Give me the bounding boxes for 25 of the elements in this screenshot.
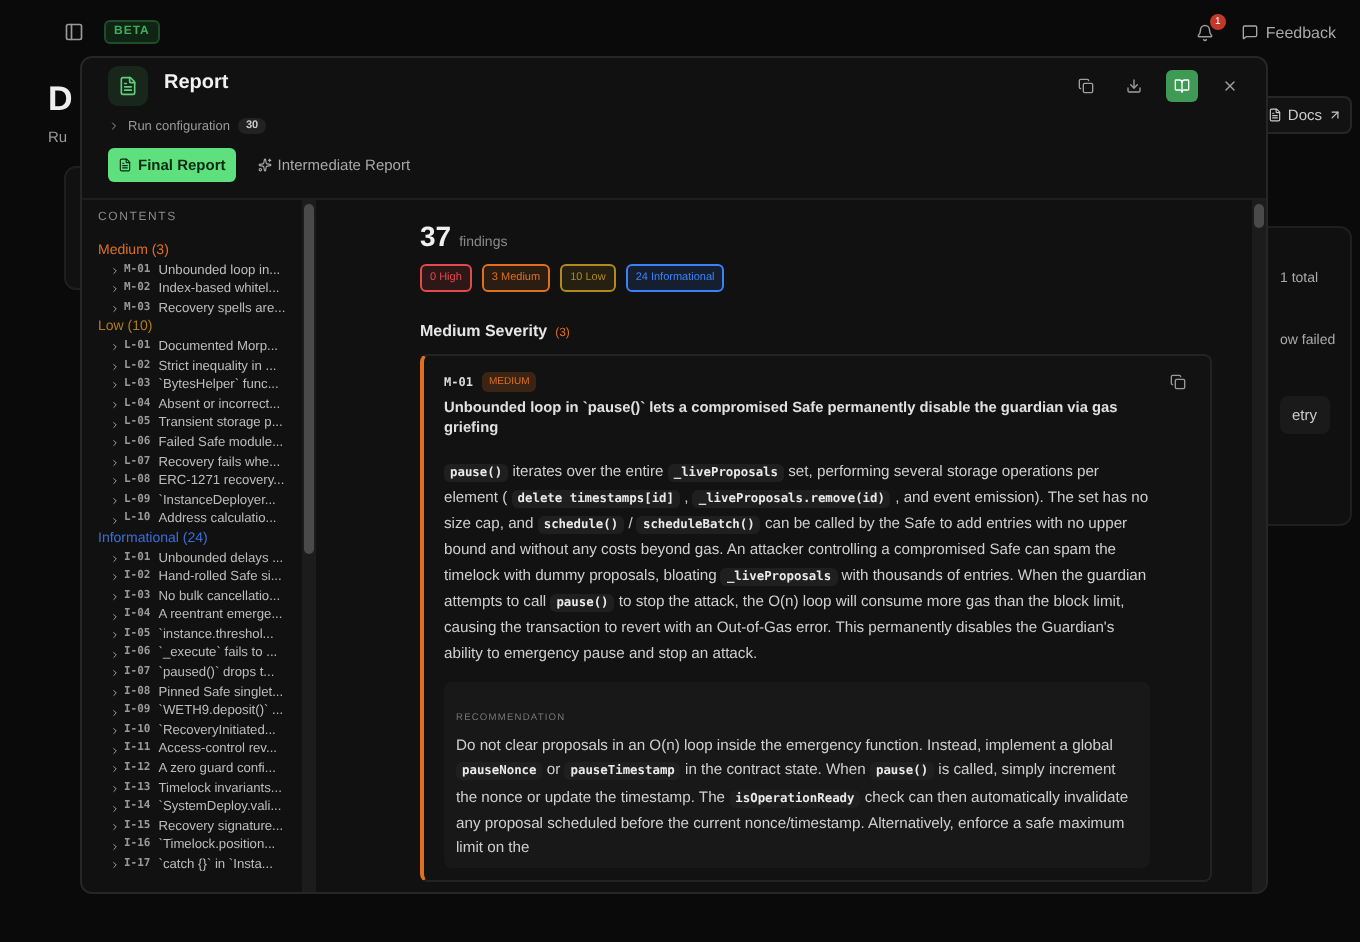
section-heading: Medium Severity <box>420 322 548 340</box>
feedback-button[interactable]: Feedback <box>1233 15 1344 49</box>
document-icon <box>118 158 132 172</box>
scrollbar[interactable] <box>1252 200 1266 892</box>
chevron-icon <box>108 120 120 132</box>
notifications-button[interactable] <box>1195 23 1214 41</box>
book-button[interactable] <box>1166 70 1198 102</box>
page-title: D <box>48 80 73 120</box>
dialog-title: Report <box>164 70 231 94</box>
close-icon <box>1222 78 1238 94</box>
scrollbar[interactable] <box>302 200 316 892</box>
speech-bubble-icon <box>1241 24 1258 40</box>
copy-icon <box>1078 78 1094 94</box>
document-icon <box>1267 108 1282 122</box>
document-icon <box>108 66 148 106</box>
external-link-icon <box>1328 108 1342 122</box>
copy-icon <box>1170 374 1186 390</box>
findings-count: 37 <box>420 220 452 252</box>
panel-icon <box>64 22 84 42</box>
copy-button[interactable] <box>1170 374 1186 390</box>
sparkle-icon <box>257 158 272 172</box>
book-icon <box>1174 78 1190 94</box>
download-icon <box>1126 78 1142 94</box>
bell-icon <box>1195 23 1214 41</box>
sidebar-toggle-button[interactable] <box>64 22 84 42</box>
